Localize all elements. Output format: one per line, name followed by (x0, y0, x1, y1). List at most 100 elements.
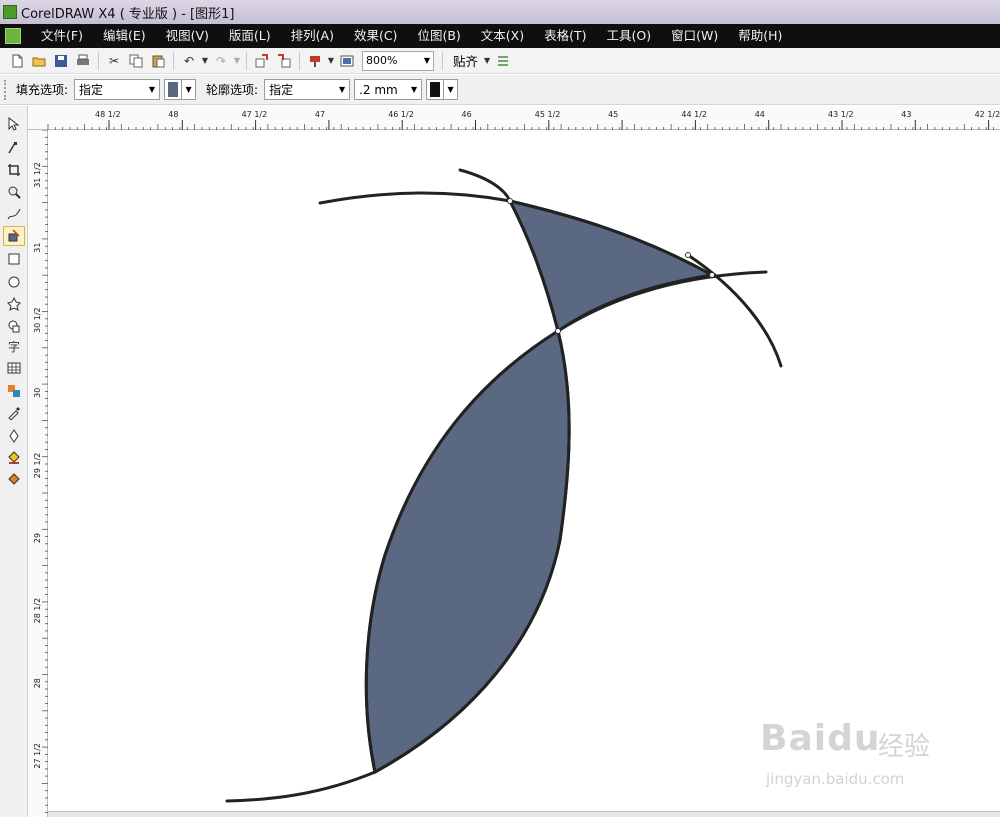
chevron-down-icon: ▼ (410, 85, 418, 94)
chevron-down-icon: ▼ (181, 80, 195, 99)
menu-help[interactable]: 帮助(H) (728, 24, 792, 48)
zoom-level-value: 800% (366, 54, 398, 67)
toolbox: 字 (0, 106, 28, 817)
menu-bar: 文件(F) 编辑(E) 视图(V) 版面(L) 排列(A) 效果(C) 位图(B… (0, 24, 1000, 48)
eyedropper-tool-icon[interactable] (3, 403, 25, 423)
fill-color-picker[interactable]: ▼ (164, 79, 197, 100)
shape-tool-icon[interactable] (3, 138, 25, 158)
menu-arrange[interactable]: 排列(A) (281, 24, 344, 48)
rectangle-tool-icon[interactable] (3, 249, 25, 269)
snap-dropdown-icon[interactable]: ▼ (482, 50, 492, 72)
toolbar-grip[interactable] (4, 79, 8, 100)
watermark-brand-cn: 经验 (878, 732, 931, 762)
application-launcher-icon[interactable] (304, 50, 326, 72)
curve-node[interactable] (555, 328, 561, 334)
menu-tools[interactable]: 工具(O) (597, 24, 662, 48)
snap-to-button[interactable]: 贴齐 (453, 51, 478, 70)
outline-color-swatch (430, 82, 441, 97)
menu-edit[interactable]: 编辑(E) (93, 24, 156, 48)
new-file-icon[interactable] (6, 50, 28, 72)
welcome-screen-icon[interactable] (336, 50, 358, 72)
ruler-tick-label: 27 1/2 (33, 743, 42, 769)
interactive-fill-tool-icon[interactable] (3, 470, 25, 490)
ruler-tick-label: 44 1/2 (681, 110, 707, 119)
drawing-page[interactable] (48, 130, 1000, 811)
options-icon[interactable] (492, 50, 514, 72)
ruler-tick-label: 43 1/2 (828, 110, 854, 119)
outline-options-select[interactable]: 指定 ▼ (264, 79, 351, 100)
menu-file[interactable]: 文件(F) (31, 24, 93, 48)
menu-text[interactable]: 文本(X) (471, 24, 534, 48)
freehand-tool-icon[interactable] (3, 204, 25, 224)
table-tool-icon[interactable] (3, 358, 25, 378)
menu-bitmaps[interactable]: 位图(B) (407, 24, 470, 48)
filled-triangle-shape[interactable] (507, 198, 717, 334)
print-icon[interactable] (72, 50, 94, 72)
paste-icon[interactable] (147, 50, 169, 72)
toolbar-separator (299, 51, 300, 70)
ruler-tick-label: 47 1/2 (242, 110, 268, 119)
ruler-tick-label: 28 (33, 678, 42, 688)
window-title: CorelDRAW X4 ( 专业版 ) - [图形1] (21, 6, 235, 22)
ruler-tick-label: 31 (33, 243, 42, 253)
ruler-tick-label: 43 (901, 110, 911, 119)
fill-options-select[interactable]: 指定 ▼ (74, 79, 161, 100)
text-tool-icon[interactable]: 字 (3, 336, 25, 356)
page-navigator-bar[interactable] (48, 811, 1000, 817)
fill-tool-icon[interactable] (3, 448, 25, 468)
menu-table[interactable]: 表格(T) (534, 24, 596, 48)
zoom-level-combo[interactable]: 800% ▼ (362, 50, 434, 71)
drawing-canvas[interactable] (48, 130, 1000, 811)
undo-icon[interactable]: ↶ (178, 50, 200, 72)
ruler-tick-label: 31 1/2 (33, 162, 42, 188)
outline-tool-icon[interactable] (3, 426, 25, 446)
chevron-down-icon: ▼ (148, 85, 156, 94)
zoom-tool-icon[interactable] (3, 182, 25, 202)
save-icon[interactable] (50, 50, 72, 72)
curve-node[interactable] (685, 252, 691, 258)
open-folder-icon[interactable] (28, 50, 50, 72)
outline-width-value: .2 mm (359, 82, 398, 97)
document-icon[interactable] (5, 28, 21, 44)
interactive-blend-tool-icon[interactable] (3, 381, 25, 401)
fill-options-value: 指定 (79, 83, 104, 97)
horizontal-ruler[interactable]: 48 1/2 48 47 1/2 47 46 1/2 46 45 1/2 45 44 1/2 44… (28, 106, 1000, 130)
basic-shapes-tool-icon[interactable] (3, 316, 25, 336)
curve-node[interactable] (709, 272, 715, 278)
pick-tool-icon[interactable] (3, 114, 25, 134)
undo-dropdown-icon[interactable]: ▼ (200, 50, 210, 72)
watermark-url: jingyan.baidu.com (766, 770, 905, 788)
ruler-tick-label: 46 (462, 110, 472, 119)
export-icon[interactable] (273, 50, 295, 72)
import-icon[interactable] (251, 50, 273, 72)
ellipse-tool-icon[interactable] (3, 272, 25, 292)
redo-dropdown-icon[interactable]: ▼ (232, 50, 242, 72)
toolbar-separator (173, 51, 174, 70)
vertical-ruler[interactable]: 31 1/2 31 30 1/2 30 29 1/2 29 28 1/2 28 27 1/2 (28, 129, 48, 817)
smart-fill-tool-icon[interactable] (3, 226, 25, 246)
curve-node[interactable] (507, 198, 513, 204)
copy-icon[interactable] (125, 50, 147, 72)
menu-window[interactable]: 窗口(W) (661, 24, 728, 48)
outline-options-label: 轮廓选项: (206, 83, 259, 97)
redo-icon[interactable]: ↷ (210, 50, 232, 72)
watermark-brand: Baidu (760, 718, 881, 759)
polygon-tool-icon[interactable] (3, 294, 25, 314)
chevron-down-icon: ▼ (443, 80, 457, 99)
toolbar-separator (246, 51, 247, 70)
menu-layout[interactable]: 版面(L) (219, 24, 281, 48)
menu-view[interactable]: 视图(V) (156, 24, 219, 48)
ruler-tick-label: 45 1/2 (535, 110, 561, 119)
ruler-tick-label: 29 (33, 533, 42, 543)
outline-color-picker[interactable]: ▼ (426, 79, 459, 100)
ruler-tick-label: 47 (315, 110, 325, 119)
launcher-dropdown-icon[interactable]: ▼ (326, 50, 336, 72)
menu-effects[interactable]: 效果(C) (344, 24, 407, 48)
chevron-down-icon: ▼ (338, 85, 346, 94)
ruler-tick-label: 45 (608, 110, 618, 119)
cut-icon[interactable]: ✂ (103, 50, 125, 72)
crop-tool-icon[interactable] (3, 160, 25, 180)
outline-width-select[interactable]: .2 mm ▼ (354, 79, 423, 100)
ruler-tick-label: 30 (33, 388, 42, 398)
ruler-tick-label: 29 1/2 (33, 453, 42, 479)
